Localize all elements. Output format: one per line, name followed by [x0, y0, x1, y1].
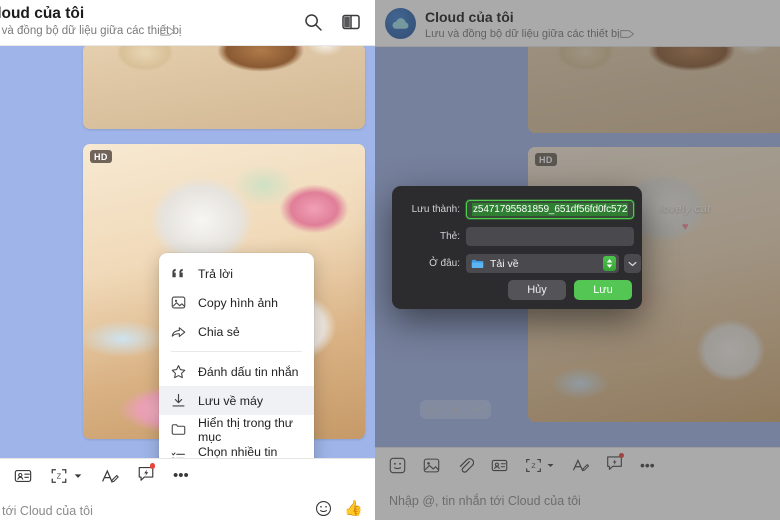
- save-button[interactable]: Lưu: [574, 280, 632, 300]
- menu-item-label: Hiển thị trong thư mục: [198, 415, 294, 444]
- menu-item-label: Đánh dấu tin nhắn: [198, 364, 299, 379]
- folder-icon: [471, 259, 484, 268]
- foreground-chat-window: Cloud của tôi Lưu và đồng bộ dữ liệu giữ…: [0, 0, 375, 520]
- filename-value: z5471795581859_651df56fd0fc572: [472, 203, 629, 216]
- message-input-placeholder[interactable]: tới Cloud của tôi: [2, 504, 93, 518]
- where-value: Tải về: [490, 257, 519, 270]
- svg-text:Z: Z: [57, 471, 62, 480]
- reply-quote-icon: [172, 268, 183, 278]
- menu-item-copy-image[interactable]: Copy hình ảnh: [159, 288, 314, 317]
- chat-header: Cloud của tôi Lưu và đồng bộ dữ liệu giữ…: [0, 0, 375, 46]
- search-icon[interactable]: [303, 12, 323, 32]
- where-label: Ở đâu:: [429, 258, 460, 269]
- message-image[interactable]: [83, 46, 365, 129]
- share-arrow-icon: [171, 327, 186, 338]
- message-list[interactable]: 👍 14:57 HD 14:58 Trả lời: [0, 46, 375, 458]
- star-icon: [171, 365, 186, 379]
- menu-separator: [171, 351, 302, 352]
- tag-label: Thẻ:: [439, 231, 460, 242]
- folder-icon: [171, 424, 186, 435]
- emoji-icon[interactable]: [315, 500, 332, 517]
- screen-root: ••• 23 giờ 21 phút ... 6+ 3 giờ: [0, 0, 780, 520]
- header-actions: [303, 12, 361, 32]
- tag-input[interactable]: [466, 227, 634, 246]
- composer-right-actions: 👍: [315, 500, 363, 517]
- menu-item-select-multiple[interactable]: Chọn nhiều tin nhắn: [159, 444, 314, 458]
- filename-input[interactable]: z5471795581859_651df56fd0fc572: [466, 200, 634, 219]
- menu-item-label: Copy hình ảnh: [198, 295, 278, 310]
- text-format-icon[interactable]: [101, 467, 119, 485]
- thumbs-up-icon[interactable]: 👍: [344, 501, 363, 516]
- menu-item-show-in-folder[interactable]: Hiển thị trong thư mục: [159, 415, 314, 444]
- chevron-down-icon[interactable]: [73, 471, 83, 481]
- menu-item-share[interactable]: Chia sẻ: [159, 317, 314, 346]
- menu-item-bookmark[interactable]: Đánh dấu tin nhắn: [159, 357, 314, 386]
- tag-icon[interactable]: [160, 26, 176, 37]
- stepper-updown-icon[interactable]: [603, 256, 616, 271]
- menu-item-label: Trả lời: [198, 266, 233, 281]
- menu-item-save-to-device[interactable]: Lưu về máy: [159, 386, 314, 415]
- dialog-actions: Hủy Lưu: [508, 280, 632, 300]
- chevron-down-icon: [628, 261, 637, 266]
- image-icon: [171, 296, 186, 309]
- menu-item-label: Chọn nhiều tin nhắn: [198, 444, 278, 459]
- menu-item-reply[interactable]: Trả lời: [159, 259, 314, 288]
- screenshot-icon[interactable]: Z: [50, 467, 68, 485]
- split-panel-icon[interactable]: [341, 12, 361, 32]
- composer-toolbar[interactable]: Z •••: [0, 458, 375, 492]
- download-icon: [172, 393, 185, 407]
- page-title: Cloud của tôi: [0, 5, 85, 22]
- list-check-icon: [171, 452, 185, 458]
- menu-item-label: Chia sẻ: [198, 324, 240, 339]
- filename-label: Lưu thành:: [411, 204, 460, 215]
- notification-dot: [149, 463, 155, 469]
- cancel-button[interactable]: Hủy: [508, 280, 566, 300]
- more-icon[interactable]: •••: [173, 468, 189, 483]
- context-menu[interactable]: Trả lời Copy hình ảnh Chia sẻ Đánh dấu t…: [159, 253, 314, 458]
- expand-browser-button[interactable]: [624, 254, 641, 273]
- menu-item-label: Lưu về máy: [198, 393, 263, 408]
- page-subtitle: Lưu và đồng bộ dữ liệu giữa các thiết bị: [0, 25, 182, 37]
- business-card-icon[interactable]: [14, 467, 32, 485]
- save-file-dialog[interactable]: Lưu thành: z5471795581859_651df56fd0fc57…: [392, 186, 642, 309]
- hd-badge: HD: [90, 150, 112, 163]
- where-select[interactable]: Tải về: [466, 254, 619, 273]
